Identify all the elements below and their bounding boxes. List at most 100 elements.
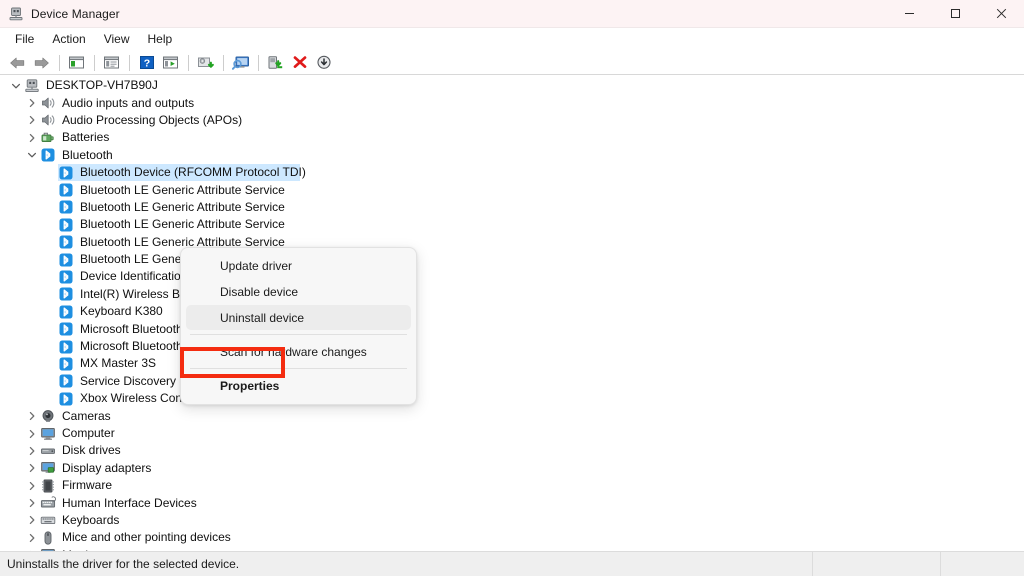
- menu-help[interactable]: Help: [139, 30, 182, 49]
- tree-item[interactable]: Microsoft Bluetooth LE Enumerator: [0, 338, 1024, 355]
- tree-item-label: Display adapters: [62, 460, 152, 475]
- menu-bar: File Action View Help: [0, 28, 1024, 51]
- context-menu-item-uninstall-device[interactable]: Uninstall device: [186, 305, 411, 330]
- tree-item[interactable]: Xbox Wireless Controller: [0, 390, 1024, 407]
- tree-item[interactable]: Bluetooth LE Generic Attribute Service: [0, 251, 1024, 268]
- tree-item[interactable]: Keyboards: [0, 512, 1024, 529]
- toolbar-separator: [188, 54, 189, 71]
- chevron-right-icon[interactable]: [24, 426, 40, 442]
- context-menu-item-scan-for-hardware-changes[interactable]: Scan for hardware changes: [186, 339, 411, 364]
- properties-icon[interactable]: [100, 52, 123, 73]
- tree-item[interactable]: Microsoft Bluetooth Enumerator: [0, 320, 1024, 337]
- maximize-icon[interactable]: [932, 0, 978, 27]
- chevron-right-icon[interactable]: [24, 408, 40, 424]
- tree-item[interactable]: Bluetooth LE Generic Attribute Service: [0, 181, 1024, 198]
- close-icon[interactable]: [978, 0, 1024, 27]
- tree-item[interactable]: Batteries: [0, 129, 1024, 146]
- tree-item-label: Bluetooth Device (RFCOMM Protocol TDI): [80, 165, 306, 180]
- minimize-icon[interactable]: [886, 0, 932, 27]
- disk-drive-icon: [40, 443, 56, 459]
- bluetooth-device-icon: [58, 234, 74, 250]
- tree-item[interactable]: Disk drives: [0, 442, 1024, 459]
- tree-item[interactable]: Cameras: [0, 407, 1024, 424]
- mouse-icon: [40, 530, 56, 546]
- context-menu-item-update-driver[interactable]: Update driver: [186, 253, 411, 278]
- bluetooth-device-icon: [58, 356, 74, 372]
- speaker-icon: [40, 112, 56, 128]
- window-controls: [886, 0, 1024, 27]
- tree-item[interactable]: Bluetooth Device (RFCOMM Protocol TDI): [0, 163, 1024, 182]
- tree-item-label: Bluetooth LE Generic Attribute Service: [80, 217, 285, 232]
- disable-device-icon[interactable]: [312, 52, 335, 73]
- tree-item[interactable]: Keyboard K380: [0, 303, 1024, 320]
- tree-item[interactable]: Bluetooth: [0, 147, 1024, 164]
- device-tree-panel[interactable]: DESKTOP-VH7B90J Audio inputs and outputs A…: [0, 75, 1024, 551]
- tree-item-label: Bluetooth LE Generic Attribute Service: [80, 199, 285, 214]
- tree-item-label: Audio Processing Objects (APOs): [62, 112, 243, 127]
- tree-item[interactable]: MX Master 3S: [0, 355, 1024, 372]
- bluetooth-device-icon: [58, 199, 74, 215]
- status-bar: Uninstalls the driver for the selected d…: [0, 551, 1024, 576]
- chevron-right-icon[interactable]: [24, 530, 40, 546]
- device-manager-window: Device Manager File Action View Help ? D…: [0, 0, 1024, 576]
- tree-item-label: Mice and other pointing devices: [62, 530, 231, 545]
- view-icon[interactable]: [159, 52, 182, 73]
- chevron-down-icon[interactable]: [24, 147, 40, 163]
- chevron-right-icon[interactable]: [24, 112, 40, 128]
- menu-file[interactable]: File: [6, 30, 43, 49]
- help-icon[interactable]: ?: [135, 52, 158, 73]
- menu-action[interactable]: Action: [43, 30, 94, 49]
- tree-item[interactable]: Audio inputs and outputs: [0, 94, 1024, 111]
- tree-item[interactable]: Display adapters: [0, 460, 1024, 477]
- tree-item[interactable]: Computer: [0, 425, 1024, 442]
- battery-icon: [40, 130, 56, 146]
- window-title: Device Manager: [31, 6, 120, 21]
- chevron-right-icon[interactable]: [24, 512, 40, 528]
- tree-item[interactable]: Bluetooth LE Generic Attribute Service: [0, 234, 1024, 251]
- tree-item[interactable]: Bluetooth LE Generic Attribute Service: [0, 216, 1024, 233]
- context-menu-item-disable-device[interactable]: Disable device: [186, 279, 411, 304]
- context-menu[interactable]: Update driver Disable device Uninstall d…: [180, 247, 417, 405]
- chevron-right-icon[interactable]: [24, 495, 40, 511]
- tree-item[interactable]: Bluetooth LE Generic Attribute Service: [0, 199, 1024, 216]
- chevron-right-icon[interactable]: [24, 460, 40, 476]
- chevron-down-icon[interactable]: [8, 78, 24, 94]
- context-menu-separator: [190, 334, 407, 335]
- bluetooth-device-icon: [58, 217, 74, 233]
- uninstall-device-icon[interactable]: [288, 52, 311, 73]
- bluetooth-device-icon: [58, 373, 74, 389]
- tree-item[interactable]: Firmware: [0, 477, 1024, 494]
- chevron-right-icon[interactable]: [24, 478, 40, 494]
- tree-item[interactable]: Human Interface Devices: [0, 494, 1024, 511]
- title-bar: Device Manager: [0, 0, 1024, 28]
- tree-item-label: DESKTOP-VH7B90J: [46, 78, 158, 93]
- tree-item[interactable]: Mice and other pointing devices: [0, 529, 1024, 546]
- scan-for-hardware-changes-icon[interactable]: [229, 52, 252, 73]
- tree-item[interactable]: DESKTOP-VH7B90J: [0, 77, 1024, 94]
- chevron-right-icon[interactable]: [24, 130, 40, 146]
- tree-item[interactable]: Service Discovery Service: [0, 373, 1024, 390]
- chevron-right-icon[interactable]: [24, 443, 40, 459]
- tree-item[interactable]: Audio Processing Objects (APOs): [0, 112, 1024, 129]
- show-hide-console-tree-icon[interactable]: [65, 52, 88, 73]
- context-menu-item-properties[interactable]: Properties: [186, 373, 411, 398]
- svg-text:?: ?: [143, 58, 149, 70]
- enable-device-icon[interactable]: [264, 52, 287, 73]
- menu-view[interactable]: View: [95, 30, 139, 49]
- update-driver-icon[interactable]: [194, 52, 217, 73]
- bluetooth-device-icon: [58, 182, 74, 198]
- status-cell-3: [940, 552, 1024, 576]
- back-arrow-icon[interactable]: [6, 52, 29, 73]
- chevron-right-icon[interactable]: [24, 95, 40, 111]
- tree-item[interactable]: Intel(R) Wireless Bluetooth(R): [0, 286, 1024, 303]
- tree-item[interactable]: Device Identification Service: [0, 268, 1024, 285]
- bluetooth-device-icon: [58, 252, 74, 268]
- forward-arrow-icon[interactable]: [30, 52, 53, 73]
